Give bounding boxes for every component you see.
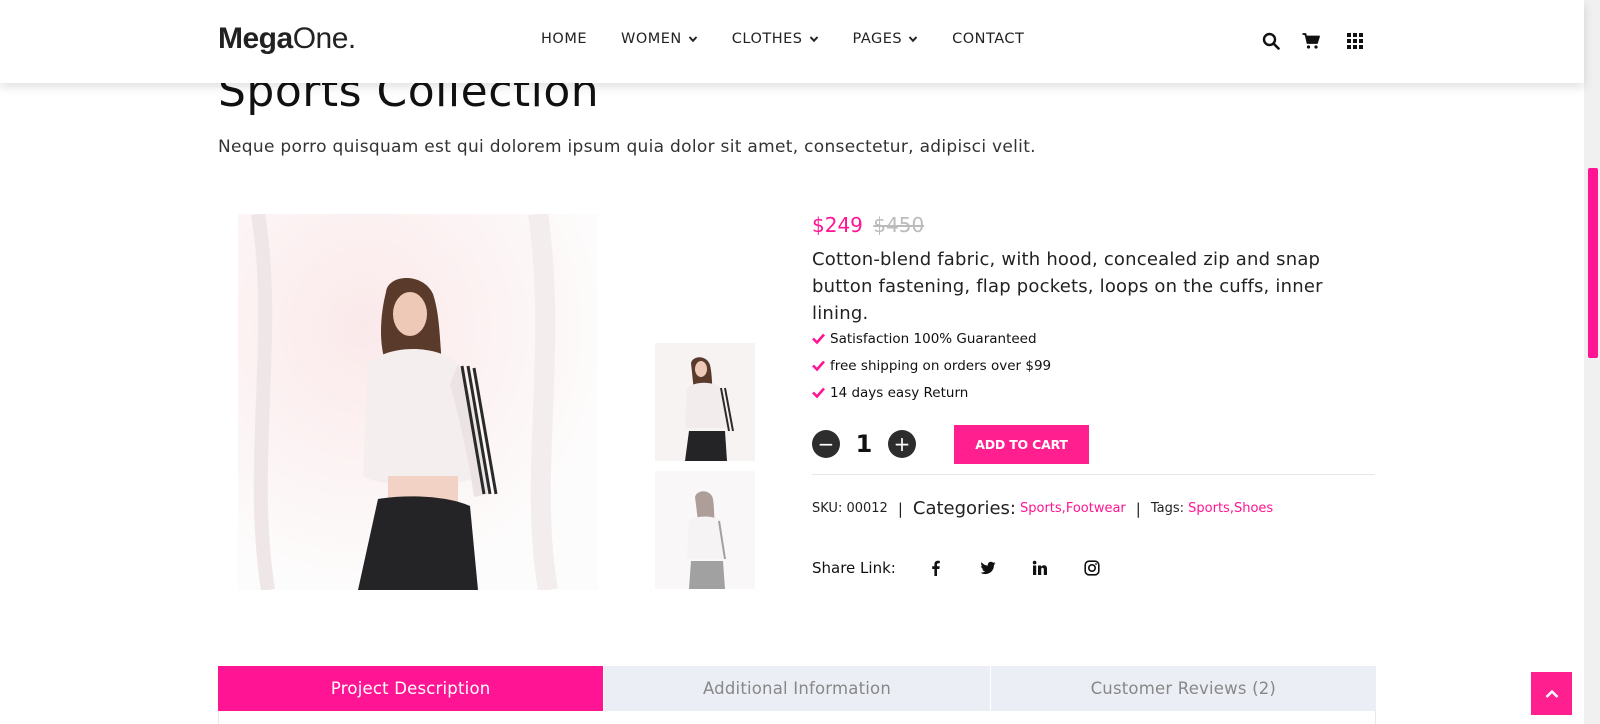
nav-item-label: HOME	[541, 31, 587, 47]
list-item: free shipping on orders over $99	[812, 352, 1051, 379]
product-main-image[interactable]	[238, 214, 598, 590]
model-thumb-photo	[655, 471, 755, 589]
tab-project-description[interactable]: Project Description	[218, 666, 604, 711]
search-icon[interactable]	[1262, 32, 1280, 50]
chevron-down-icon	[908, 36, 918, 43]
check-icon	[812, 387, 825, 399]
tab-additional-information[interactable]: Additional Information	[603, 666, 990, 711]
tag-link-sports[interactable]: Sports	[1188, 501, 1230, 516]
model-thumb-photo	[655, 343, 755, 461]
twitter-icon[interactable]	[980, 560, 996, 576]
feature-label: free shipping on orders over $99	[830, 357, 1052, 374]
tab-content-panel	[218, 711, 1376, 724]
tags-label: Tags:	[1150, 501, 1185, 516]
nav-item-label: PAGES	[852, 31, 903, 47]
sku-label: SKU:	[812, 501, 843, 516]
product-tabs: Project Description Additional Informati…	[218, 666, 1376, 711]
logo-bold-text: Mega	[218, 22, 293, 55]
categories-label: Categories:	[912, 498, 1016, 519]
nav-item-label: WOMEN	[621, 31, 682, 47]
list-item: Satisfaction 100% Guaranteed	[812, 325, 1051, 352]
cart-icon[interactable]	[1302, 32, 1320, 50]
share-links: Share Link:	[812, 559, 1100, 577]
tab-customer-reviews[interactable]: Customer Reviews (2)	[989, 666, 1376, 711]
logo-light-text: One.	[292, 22, 357, 55]
quantity-stepper: − 1 +	[812, 430, 916, 458]
scroll-to-top-button[interactable]	[1531, 672, 1572, 715]
nav-item-label: CLOTHES	[731, 31, 803, 47]
product-thumbnail[interactable]	[655, 343, 755, 461]
chevron-down-icon	[688, 36, 698, 43]
scrollbar-thumb[interactable]	[1588, 168, 1598, 358]
chevron-up-icon	[1545, 689, 1558, 698]
linkedin-icon[interactable]	[1032, 560, 1048, 576]
page-scrollbar[interactable]	[1584, 0, 1600, 724]
old-price: $450	[873, 213, 925, 237]
check-icon	[812, 333, 825, 345]
current-price: $249	[812, 213, 863, 237]
divider	[812, 474, 1375, 475]
site-header: MegaOne. HOME WOMEN CLOTHES PAGES CONTAC…	[0, 0, 1584, 83]
add-to-cart-button[interactable]: ADD TO CART	[954, 425, 1089, 464]
sku-value: 00012	[846, 501, 888, 516]
logo[interactable]: MegaOne.	[218, 22, 356, 56]
share-label: Share Link:	[812, 559, 896, 577]
nav-item-women[interactable]: WOMEN	[621, 31, 698, 47]
feature-label: 14 days easy Return	[830, 384, 969, 401]
page-subtitle: Neque porro quisquam est qui dolorem ips…	[218, 137, 1036, 157]
nav-item-pages[interactable]: PAGES	[853, 31, 919, 47]
feature-label: Satisfaction 100% Guaranteed	[830, 330, 1037, 347]
product-thumbnail[interactable]	[655, 471, 755, 589]
nav-item-contact[interactable]: CONTACT	[952, 31, 1024, 47]
model-photo	[238, 214, 598, 590]
quantity-increase-button[interactable]: +	[888, 430, 916, 458]
category-link-footwear[interactable]: Footwear	[1066, 501, 1126, 516]
quantity-decrease-button[interactable]: −	[812, 430, 840, 458]
grid-menu-icon[interactable]	[1346, 32, 1364, 50]
meta-separator: |	[897, 499, 903, 518]
nav-item-clothes[interactable]: CLOTHES	[732, 31, 819, 47]
product-price: $249 $450	[812, 213, 924, 237]
instagram-icon[interactable]	[1084, 560, 1100, 576]
nav-item-label: CONTACT	[952, 31, 1025, 47]
quantity-value[interactable]: 1	[840, 430, 888, 458]
main-nav: HOME WOMEN CLOTHES PAGES CONTACT	[541, 31, 1058, 47]
product-description: Cotton-blend fabric, with hood, conceale…	[812, 249, 1323, 324]
nav-item-home[interactable]: HOME	[541, 31, 587, 47]
category-link-sports[interactable]: Sports	[1020, 501, 1062, 516]
check-icon	[812, 360, 825, 372]
feature-list: Satisfaction 100% Guaranteed free shippi…	[812, 325, 1051, 406]
meta-separator: |	[1135, 499, 1141, 518]
chevron-down-icon	[809, 36, 818, 43]
header-actions	[1262, 32, 1364, 50]
list-item: 14 days easy Return	[812, 379, 1051, 406]
tag-link-shoes[interactable]: Shoes	[1234, 501, 1273, 516]
product-meta: SKU: 00012 | Categories: Sports, Footwear…	[812, 498, 1273, 519]
facebook-icon[interactable]	[928, 560, 944, 576]
